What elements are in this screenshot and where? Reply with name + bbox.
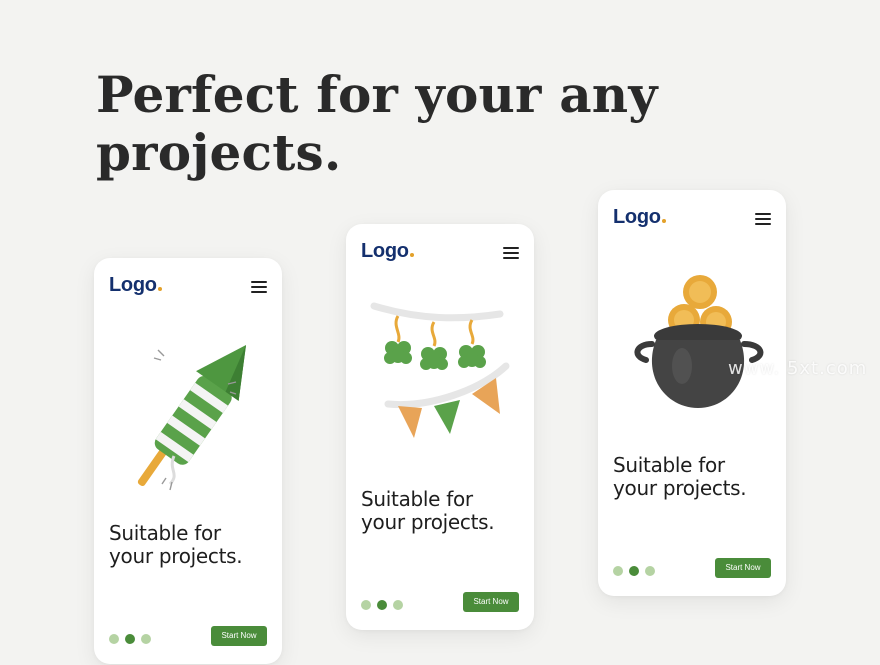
pagination-dot-2[interactable] [377, 600, 387, 610]
pagination-dots [613, 563, 661, 576]
phone-card-pot-of-gold: Logo Suitable for your projects. Start N… [598, 190, 786, 596]
page-headline: Perfect for your any projects. [96, 66, 658, 182]
logo-dot [409, 253, 414, 257]
tagline: Suitable for your projects. [613, 453, 747, 500]
tagline: Suitable for your projects. [109, 521, 243, 568]
tagline-line-2: your projects. [109, 544, 243, 568]
start-now-button[interactable]: Start Now [463, 592, 519, 612]
phone-card-bunting: Logo Suitable for your projects. Start N… [346, 224, 534, 630]
firework-rocket-icon [137, 345, 247, 491]
watermark-text: www. 5xt.com [728, 358, 868, 379]
start-now-button[interactable]: Start Now [715, 558, 771, 578]
logo-dot [157, 287, 162, 291]
pagination-dot-3[interactable] [141, 634, 151, 644]
pagination-dot-3[interactable] [393, 600, 403, 610]
hamburger-menu-icon[interactable] [755, 213, 771, 226]
tagline-line-1: Suitable for [613, 453, 725, 477]
hamburger-menu-icon[interactable] [251, 281, 267, 294]
tagline-line-2: your projects. [361, 510, 495, 534]
logo[interactable]: Logo [613, 206, 666, 229]
tagline: Suitable for your projects. [361, 487, 495, 534]
phone-card-firework: Logo Suitable for your projects. Start N… [94, 258, 282, 664]
pagination-dots [361, 597, 409, 610]
start-now-button[interactable]: Start Now [211, 626, 267, 646]
pagination-dot-3[interactable] [645, 566, 655, 576]
tagline-line-1: Suitable for [361, 487, 473, 511]
hamburger-menu-icon[interactable] [503, 247, 519, 260]
logo[interactable]: Logo [361, 240, 414, 263]
pagination-dots [109, 631, 157, 644]
pot-of-gold-icon [634, 275, 764, 408]
logo-dot [661, 219, 666, 223]
headline-line-1: Perfect for your any [96, 65, 658, 124]
pagination-dot-1[interactable] [109, 634, 119, 644]
tagline-line-2: your projects. [613, 476, 747, 500]
pagination-dot-2[interactable] [125, 634, 135, 644]
pagination-dot-2[interactable] [629, 566, 639, 576]
logo[interactable]: Logo [109, 274, 162, 297]
tagline-line-1: Suitable for [109, 521, 221, 545]
pagination-dot-1[interactable] [361, 600, 371, 610]
headline-line-2: projects. [96, 123, 342, 182]
pagination-dot-1[interactable] [613, 566, 623, 576]
clover-bunting-icon [370, 302, 510, 438]
